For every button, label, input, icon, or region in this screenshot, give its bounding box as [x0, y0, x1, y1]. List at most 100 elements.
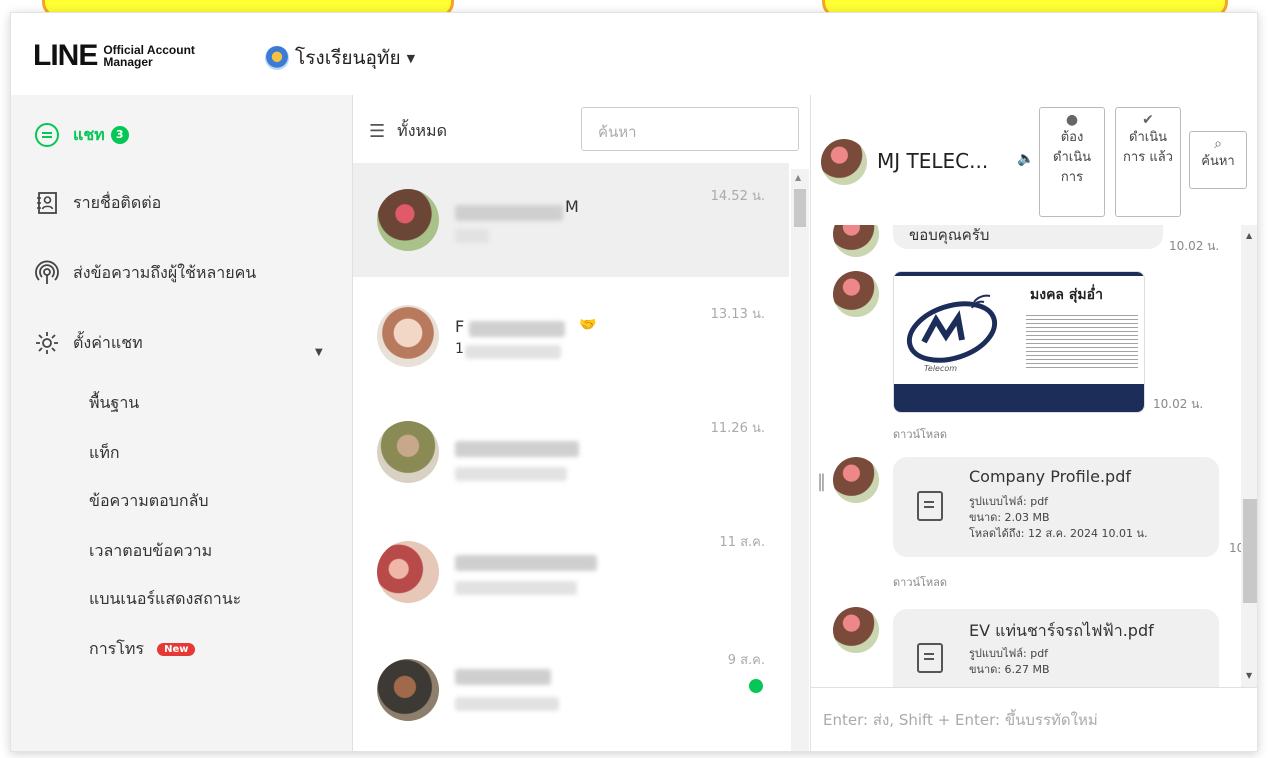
needs-action-button[interactable]: ● ต้อง ดำเนิน การ: [1039, 107, 1105, 217]
done-label: ดำเนิน การ แล้ว: [1123, 130, 1173, 165]
line-oa-logo[interactable]: LINE Official Account Manager: [33, 39, 195, 73]
blurred-contact-name: [455, 205, 563, 221]
file-expiry: โหลดได้ถึง: 12 ส.ค. 2024 10.01 น.: [969, 527, 1148, 540]
chat-list-row[interactable]: M 14.52 น.: [353, 163, 789, 277]
scroll-up-arrow-icon[interactable]: ▲: [1246, 231, 1252, 240]
blurred-contact-name: [455, 441, 579, 457]
needs-action-label: ต้อง ดำเนิน การ: [1053, 130, 1091, 185]
expand-caret-icon[interactable]: ▼: [315, 347, 323, 358]
chat-list-toolbar: ☰ ทั้งหมด ค้นหา: [353, 95, 810, 163]
chat-search-button[interactable]: ⌕ ค้นหา: [1189, 131, 1247, 189]
chat-list-panel: ☰ ทั้งหมด ค้นหา M 14.52 น. F 🤝 1 13.13 น…: [353, 95, 811, 751]
chat-search-input[interactable]: ค้นหา: [581, 107, 799, 151]
sender-avatar: [833, 225, 879, 257]
sidebar-item-chat-settings-label: ตั้งค่าแชท: [73, 332, 143, 352]
row-time: 11 ส.ค.: [719, 535, 765, 550]
chat-list-row[interactable]: 11 ส.ค.: [353, 509, 789, 623]
sidebar-item-contacts-label: รายชื่อติดต่อ: [73, 192, 162, 212]
row-time: 13.13 น.: [710, 307, 765, 322]
contact-name-fragment: M: [565, 197, 579, 216]
file-type: รูปแบบไฟล์: pdf: [969, 495, 1049, 508]
message-composer-input[interactable]: Enter: ส่ง, Shift + Enter: ขึ้นบรรทัดใหม…: [811, 687, 1257, 751]
row-time: 9 ส.ค.: [727, 653, 765, 668]
sender-avatar: [833, 607, 879, 653]
file-size: ขนาด: 6.27 MB: [969, 663, 1050, 676]
message-scroll-thumb[interactable]: [1243, 499, 1257, 603]
sidebar-item-contacts[interactable]: รายชื่อติดต่อ: [33, 189, 161, 217]
search-icon: ⌕: [1214, 136, 1222, 152]
avatar: [377, 659, 439, 721]
mj-telecom-logo: [906, 294, 998, 363]
image-message[interactable]: Telecom มงคล สุ่มอ่ำ: [893, 271, 1145, 413]
resize-handle-icon[interactable]: ‖: [817, 471, 826, 492]
sidebar: แชท 3 รายชื่อติดต่อ ส่งข้อความถึงผู้ใช้ห…: [11, 95, 353, 751]
download-link[interactable]: ดาวน์โหลด: [893, 573, 947, 591]
avatar: [377, 189, 439, 251]
file-name[interactable]: Company Profile.pdf: [969, 467, 1131, 486]
card-name-text: มงคล สุ่มอ่ำ: [1030, 287, 1103, 303]
chat-list-scrollbar[interactable]: ▲: [791, 169, 809, 751]
sidebar-item-chat-settings[interactable]: ตั้งค่าแชท: [33, 329, 143, 357]
top-header: LINE Official Account Manager โรงเรียนอุ…: [11, 13, 1257, 95]
caret-down-icon: ▼: [406, 51, 416, 65]
blurred-preview: [455, 467, 567, 481]
file-name[interactable]: EV แท่นชาร์จรถไฟฟ้า.pdf: [969, 619, 1154, 644]
logo-main-text: LINE: [33, 39, 98, 72]
file-type: รูปแบบไฟล์: pdf: [969, 647, 1049, 660]
chat-list-scroll-thumb[interactable]: [794, 189, 806, 227]
chat-list-row[interactable]: 9 ส.ค.: [353, 623, 789, 737]
file-message-bubble[interactable]: EV แท่นชาร์จรถไฟฟ้า.pdf รูปแบบไฟล์: pdf …: [893, 609, 1219, 687]
new-badge: New: [157, 643, 196, 656]
row-time: 11.26 น.: [710, 421, 765, 436]
contact-name-fragment: F: [455, 317, 465, 336]
message-text: ขอบคุณครับ: [909, 226, 990, 244]
logo-sub-line-2: Manager: [103, 55, 153, 69]
file-message-bubble[interactable]: Company Profile.pdf รูปแบบไฟล์: pdf ขนาด…: [893, 457, 1219, 557]
sidebar-subitem-tags[interactable]: แท็ก: [89, 441, 120, 466]
text-message-bubble: ขอบคุณครับ: [893, 225, 1163, 249]
scroll-up-arrow-icon[interactable]: ▲: [795, 173, 801, 182]
message-time: 10.02 น.: [1169, 239, 1220, 253]
sidebar-item-broadcast[interactable]: ส่งข้อความถึงผู้ใช้หลายคน: [33, 259, 256, 287]
blurred-contact-name: [455, 555, 597, 571]
file-document-icon: [917, 643, 943, 673]
message-scrollbar[interactable]: ▲ ▼: [1241, 225, 1257, 687]
message-area: ขอบคุณครับ 10.02 น. Telecom มงคล สุ่มอ่ำ…: [811, 225, 1257, 687]
card-details-lines: [1026, 312, 1138, 370]
file-size: ขนาด: 2.03 MB: [969, 511, 1050, 524]
download-link[interactable]: ดาวน์โหลด: [893, 425, 947, 443]
chat-bubble-icon: ●: [1065, 112, 1079, 128]
gear-icon: [33, 329, 61, 357]
contact-avatar[interactable]: [821, 139, 867, 185]
blurred-preview: [455, 229, 489, 243]
done-button[interactable]: ✔ ดำเนิน การ แล้ว: [1115, 107, 1181, 217]
card-footer: [894, 384, 1144, 412]
file-document-icon: [917, 491, 943, 521]
chat-panel: MJ TELEC... 🔈 ● ต้อง ดำเนิน การ ✔ ดำเนิน…: [811, 95, 1257, 751]
message-time: 10.02 น.: [1153, 397, 1204, 411]
contact-name[interactable]: MJ TELEC...: [877, 149, 988, 173]
chat-list-row[interactable]: F 🤝 1 13.13 น.: [353, 281, 789, 395]
blurred-preview: [455, 581, 577, 595]
preview-fragment: 1: [455, 341, 464, 357]
sidebar-subitem-basic[interactable]: พื้นฐาน: [89, 391, 139, 416]
sidebar-subitem-calls[interactable]: การโทร New: [89, 637, 196, 662]
sidebar-item-broadcast-label: ส่งข้อความถึงผู้ใช้หลายคน: [73, 262, 257, 282]
row-time: 14.52 น.: [710, 189, 765, 204]
sidebar-subitem-auto-reply[interactable]: ข้อความตอบกลับ: [89, 489, 209, 514]
sidebar-subitem-status-banner[interactable]: แบนเนอร์แสดงสถานะ: [89, 587, 241, 612]
account-switcher[interactable]: โรงเรียนอุทัย ▼: [265, 43, 415, 73]
blurred-contact-name: [469, 321, 565, 337]
avatar: [377, 541, 439, 603]
card-brand-text: Telecom: [924, 364, 958, 373]
sidebar-subitem-response-hours[interactable]: เวลาตอบข้อความ: [89, 539, 212, 564]
scroll-down-arrow-icon[interactable]: ▼: [1246, 671, 1252, 680]
avatar: [377, 421, 439, 483]
filter-dropdown[interactable]: ☰ ทั้งหมด: [369, 119, 447, 144]
sidebar-item-chat[interactable]: แชท 3: [33, 121, 129, 149]
chat-list-row[interactable]: 11.26 น.: [353, 395, 789, 509]
chat-header: MJ TELEC... 🔈 ● ต้อง ดำเนิน การ ✔ ดำเนิน…: [811, 95, 1257, 225]
sender-avatar: [833, 271, 879, 317]
sidebar-item-chat-label: แชท: [73, 124, 105, 144]
blurred-contact-name: [455, 669, 551, 685]
